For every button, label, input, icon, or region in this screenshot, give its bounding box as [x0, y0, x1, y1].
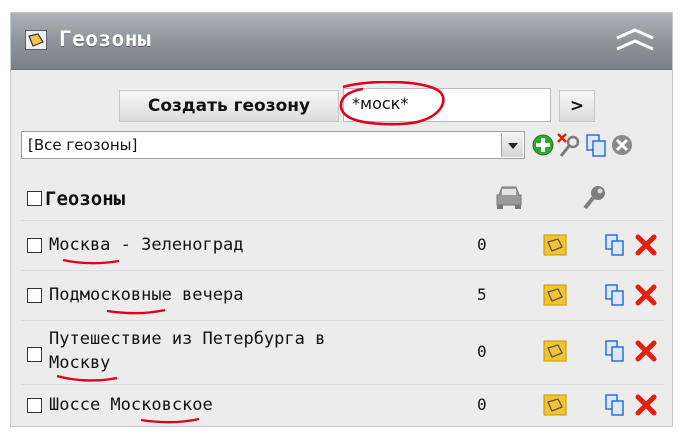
- panel-title: Геозоны: [59, 27, 152, 51]
- table-row: Шоссе Московское 0: [11, 385, 672, 427]
- select-all-checkbox[interactable]: [27, 191, 42, 206]
- key-icon: [583, 186, 605, 210]
- delete-icon[interactable]: [634, 339, 658, 363]
- delete-icon[interactable]: [634, 283, 658, 307]
- annotation-underline: [140, 417, 200, 424]
- geozone-icon: [25, 30, 47, 50]
- close-circle-icon[interactable]: [609, 132, 635, 158]
- table-row: Путешествие из Петербурга в Москву 0: [11, 321, 672, 383]
- row-checkbox[interactable]: [27, 238, 42, 253]
- geozone-name[interactable]: Подмосковные вечера: [49, 283, 243, 307]
- table-row: Подмосковные вечера 5: [11, 271, 672, 319]
- geozone-edit-icon[interactable]: [543, 394, 567, 416]
- copy-icon[interactable]: [604, 234, 626, 256]
- panel-titlebar: Геозоны: [11, 13, 672, 70]
- car-icon: [496, 186, 522, 209]
- row-checkbox[interactable]: [27, 347, 42, 362]
- chevron-down-icon[interactable]: [501, 133, 523, 157]
- copy-icon[interactable]: [583, 132, 609, 158]
- geozone-edit-icon[interactable]: [543, 284, 567, 306]
- geozones-panel: Геозоны Создать геозону *моск* > [Все ге…: [10, 12, 673, 427]
- table-row: Москва - Зеленоград 0: [11, 221, 672, 269]
- annotation-underline: [106, 308, 166, 315]
- geozone-name[interactable]: Шоссе Московское: [49, 393, 213, 417]
- delete-icon[interactable]: [634, 393, 658, 417]
- remove-key-icon[interactable]: [556, 132, 582, 158]
- annotation-underline: [62, 258, 120, 265]
- geozone-search-input[interactable]: *моск*: [343, 88, 551, 122]
- vehicle-count: 0: [477, 342, 487, 361]
- filter-selected-value: [Все геозоны]: [28, 136, 138, 154]
- row-checkbox[interactable]: [27, 398, 42, 413]
- vehicle-count: 0: [477, 235, 487, 254]
- copy-icon[interactable]: [604, 284, 626, 306]
- copy-icon[interactable]: [604, 340, 626, 362]
- geozone-name[interactable]: Москва - Зеленоград: [49, 233, 243, 257]
- vehicle-count: 0: [477, 395, 487, 414]
- geozone-name[interactable]: Путешествие из Петербурга в Москву: [49, 327, 325, 375]
- vehicle-count: 5: [477, 285, 487, 304]
- geozone-filter-select[interactable]: [Все геозоны]: [21, 131, 525, 159]
- column-header-geozones: Геозоны: [45, 188, 126, 210]
- geozone-edit-icon[interactable]: [543, 234, 567, 256]
- go-button[interactable]: >: [559, 90, 595, 122]
- table-header: Геозоны: [11, 179, 672, 219]
- row-checkbox[interactable]: [27, 288, 42, 303]
- delete-icon[interactable]: [634, 233, 658, 257]
- geozone-edit-icon[interactable]: [543, 340, 567, 362]
- copy-icon[interactable]: [604, 394, 626, 416]
- add-icon[interactable]: [530, 132, 556, 158]
- create-geozone-button[interactable]: Создать геозону: [119, 90, 339, 122]
- create-geozone-row: Создать геозону *моск* >: [11, 81, 672, 126]
- double-chevron-up-icon[interactable]: [614, 27, 656, 57]
